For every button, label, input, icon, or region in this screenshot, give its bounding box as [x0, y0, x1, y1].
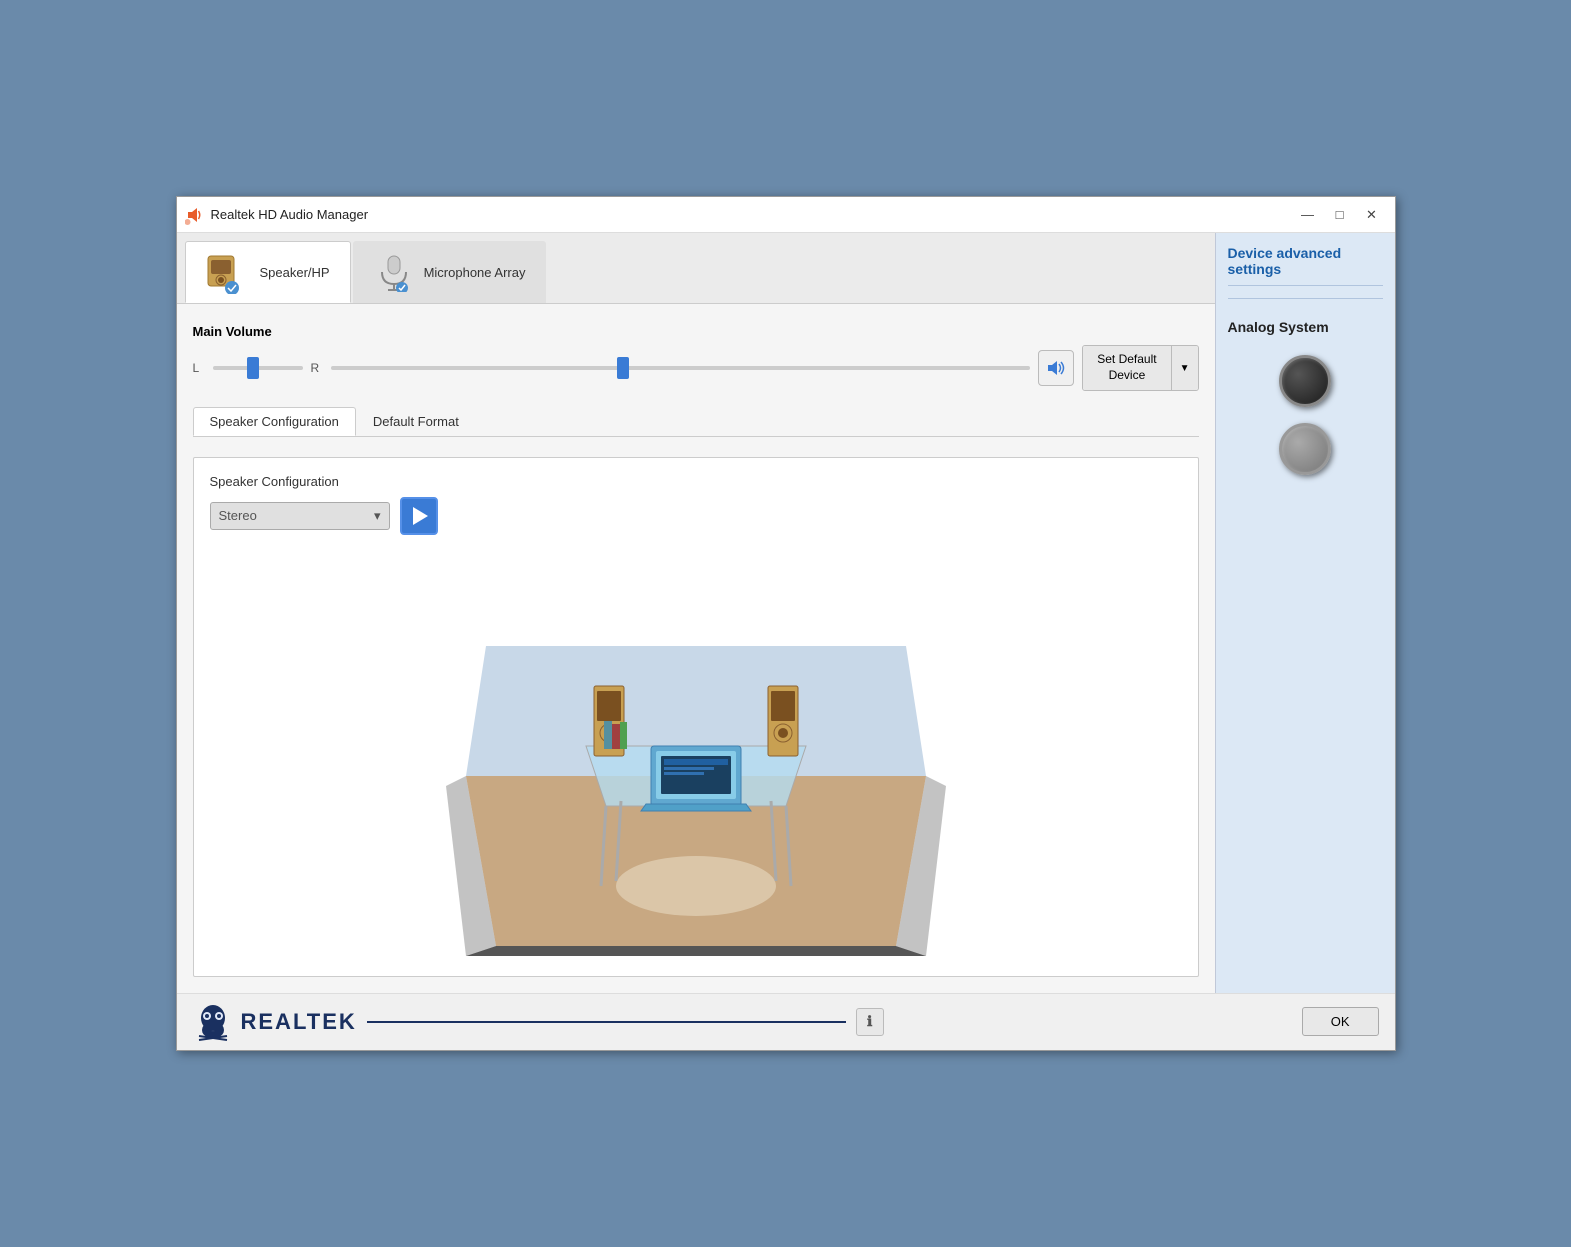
analog-knob-2[interactable] — [1279, 423, 1331, 475]
title-bar: Realtek HD Audio Manager — □ ✕ — [177, 197, 1395, 233]
content-area: Main Volume L R — [177, 304, 1215, 992]
set-default-button[interactable]: Set Default Device ▼ — [1082, 345, 1198, 390]
config-dropdown-arrow-icon: ▾ — [374, 508, 381, 524]
set-default-label: Set Default Device — [1083, 346, 1171, 389]
tab-mic[interactable]: Microphone Array — [353, 241, 547, 303]
room-svg — [446, 526, 946, 976]
window-controls: — □ ✕ — [1293, 204, 1387, 226]
realtek-brand-text: REALTEK — [241, 1009, 357, 1035]
play-test-button[interactable] — [400, 497, 438, 535]
sub-tab-default-format[interactable]: Default Format — [356, 407, 476, 436]
config-dropdown-value: Stereo — [219, 508, 257, 523]
analog-knob-1[interactable] — [1279, 355, 1331, 407]
close-button[interactable]: ✕ — [1357, 204, 1387, 226]
volume-row: L R — [193, 345, 1199, 390]
realtek-logo: REALTEK — [193, 1002, 357, 1042]
info-button[interactable]: ℹ — [856, 1008, 884, 1036]
speaker-icon — [1045, 357, 1067, 379]
realtek-logo-icon — [193, 1002, 233, 1042]
maximize-button[interactable]: □ — [1325, 204, 1355, 226]
knob-container — [1228, 355, 1383, 475]
speaker-tab-icon — [206, 250, 250, 294]
lr-left-label: L — [193, 361, 205, 375]
main-window: Realtek HD Audio Manager — □ ✕ — [176, 196, 1396, 1050]
speaker-config-dropdown[interactable]: Stereo ▾ — [210, 502, 390, 530]
analog-system-title: Analog System — [1228, 319, 1383, 335]
volume-slider[interactable] — [331, 357, 1031, 379]
minimize-button[interactable]: — — [1293, 204, 1323, 226]
lr-right-label: R — [311, 361, 323, 375]
footer: REALTEK ℹ OK — [177, 993, 1395, 1050]
volume-label: Main Volume — [193, 324, 1199, 339]
balance-slider[interactable] — [213, 366, 303, 370]
config-left: Speaker Configuration Stereo ▾ — [210, 474, 438, 535]
play-icon — [413, 507, 428, 525]
ok-button[interactable]: OK — [1302, 1007, 1379, 1036]
advanced-settings-title[interactable]: Device advanced settings — [1228, 245, 1383, 286]
tab-speaker[interactable]: Speaker/HP — [185, 241, 351, 303]
app-icon — [185, 205, 205, 225]
mic-tab-icon — [374, 252, 414, 292]
right-panel: Device advanced settings Analog System — [1215, 233, 1395, 992]
dropdown-arrow-icon: ▼ — [1180, 363, 1190, 374]
main-content: Speaker/HP Microphone Array — [177, 233, 1395, 992]
tab-mic-label: Microphone Array — [424, 265, 526, 280]
room-illustration — [446, 526, 946, 976]
tab-speaker-label: Speaker/HP — [260, 265, 330, 280]
tabs-bar: Speaker/HP Microphone Array — [177, 233, 1215, 304]
volume-section: Main Volume L R — [193, 320, 1199, 394]
speaker-config-panel: Speaker Configuration Stereo ▾ — [193, 457, 1199, 977]
title-bar-left: Realtek HD Audio Manager — [185, 205, 369, 225]
set-default-dropdown-arrow[interactable]: ▼ — [1172, 346, 1198, 389]
footer-divider — [367, 1021, 846, 1023]
config-section-label: Speaker Configuration — [210, 474, 438, 489]
sub-tabs: Speaker Configuration Default Format — [193, 407, 1199, 437]
sub-tab-speaker-config[interactable]: Speaker Configuration — [193, 407, 356, 436]
mute-button[interactable] — [1038, 350, 1074, 386]
left-panel: Speaker/HP Microphone Array — [177, 233, 1215, 992]
window-title: Realtek HD Audio Manager — [211, 207, 369, 222]
